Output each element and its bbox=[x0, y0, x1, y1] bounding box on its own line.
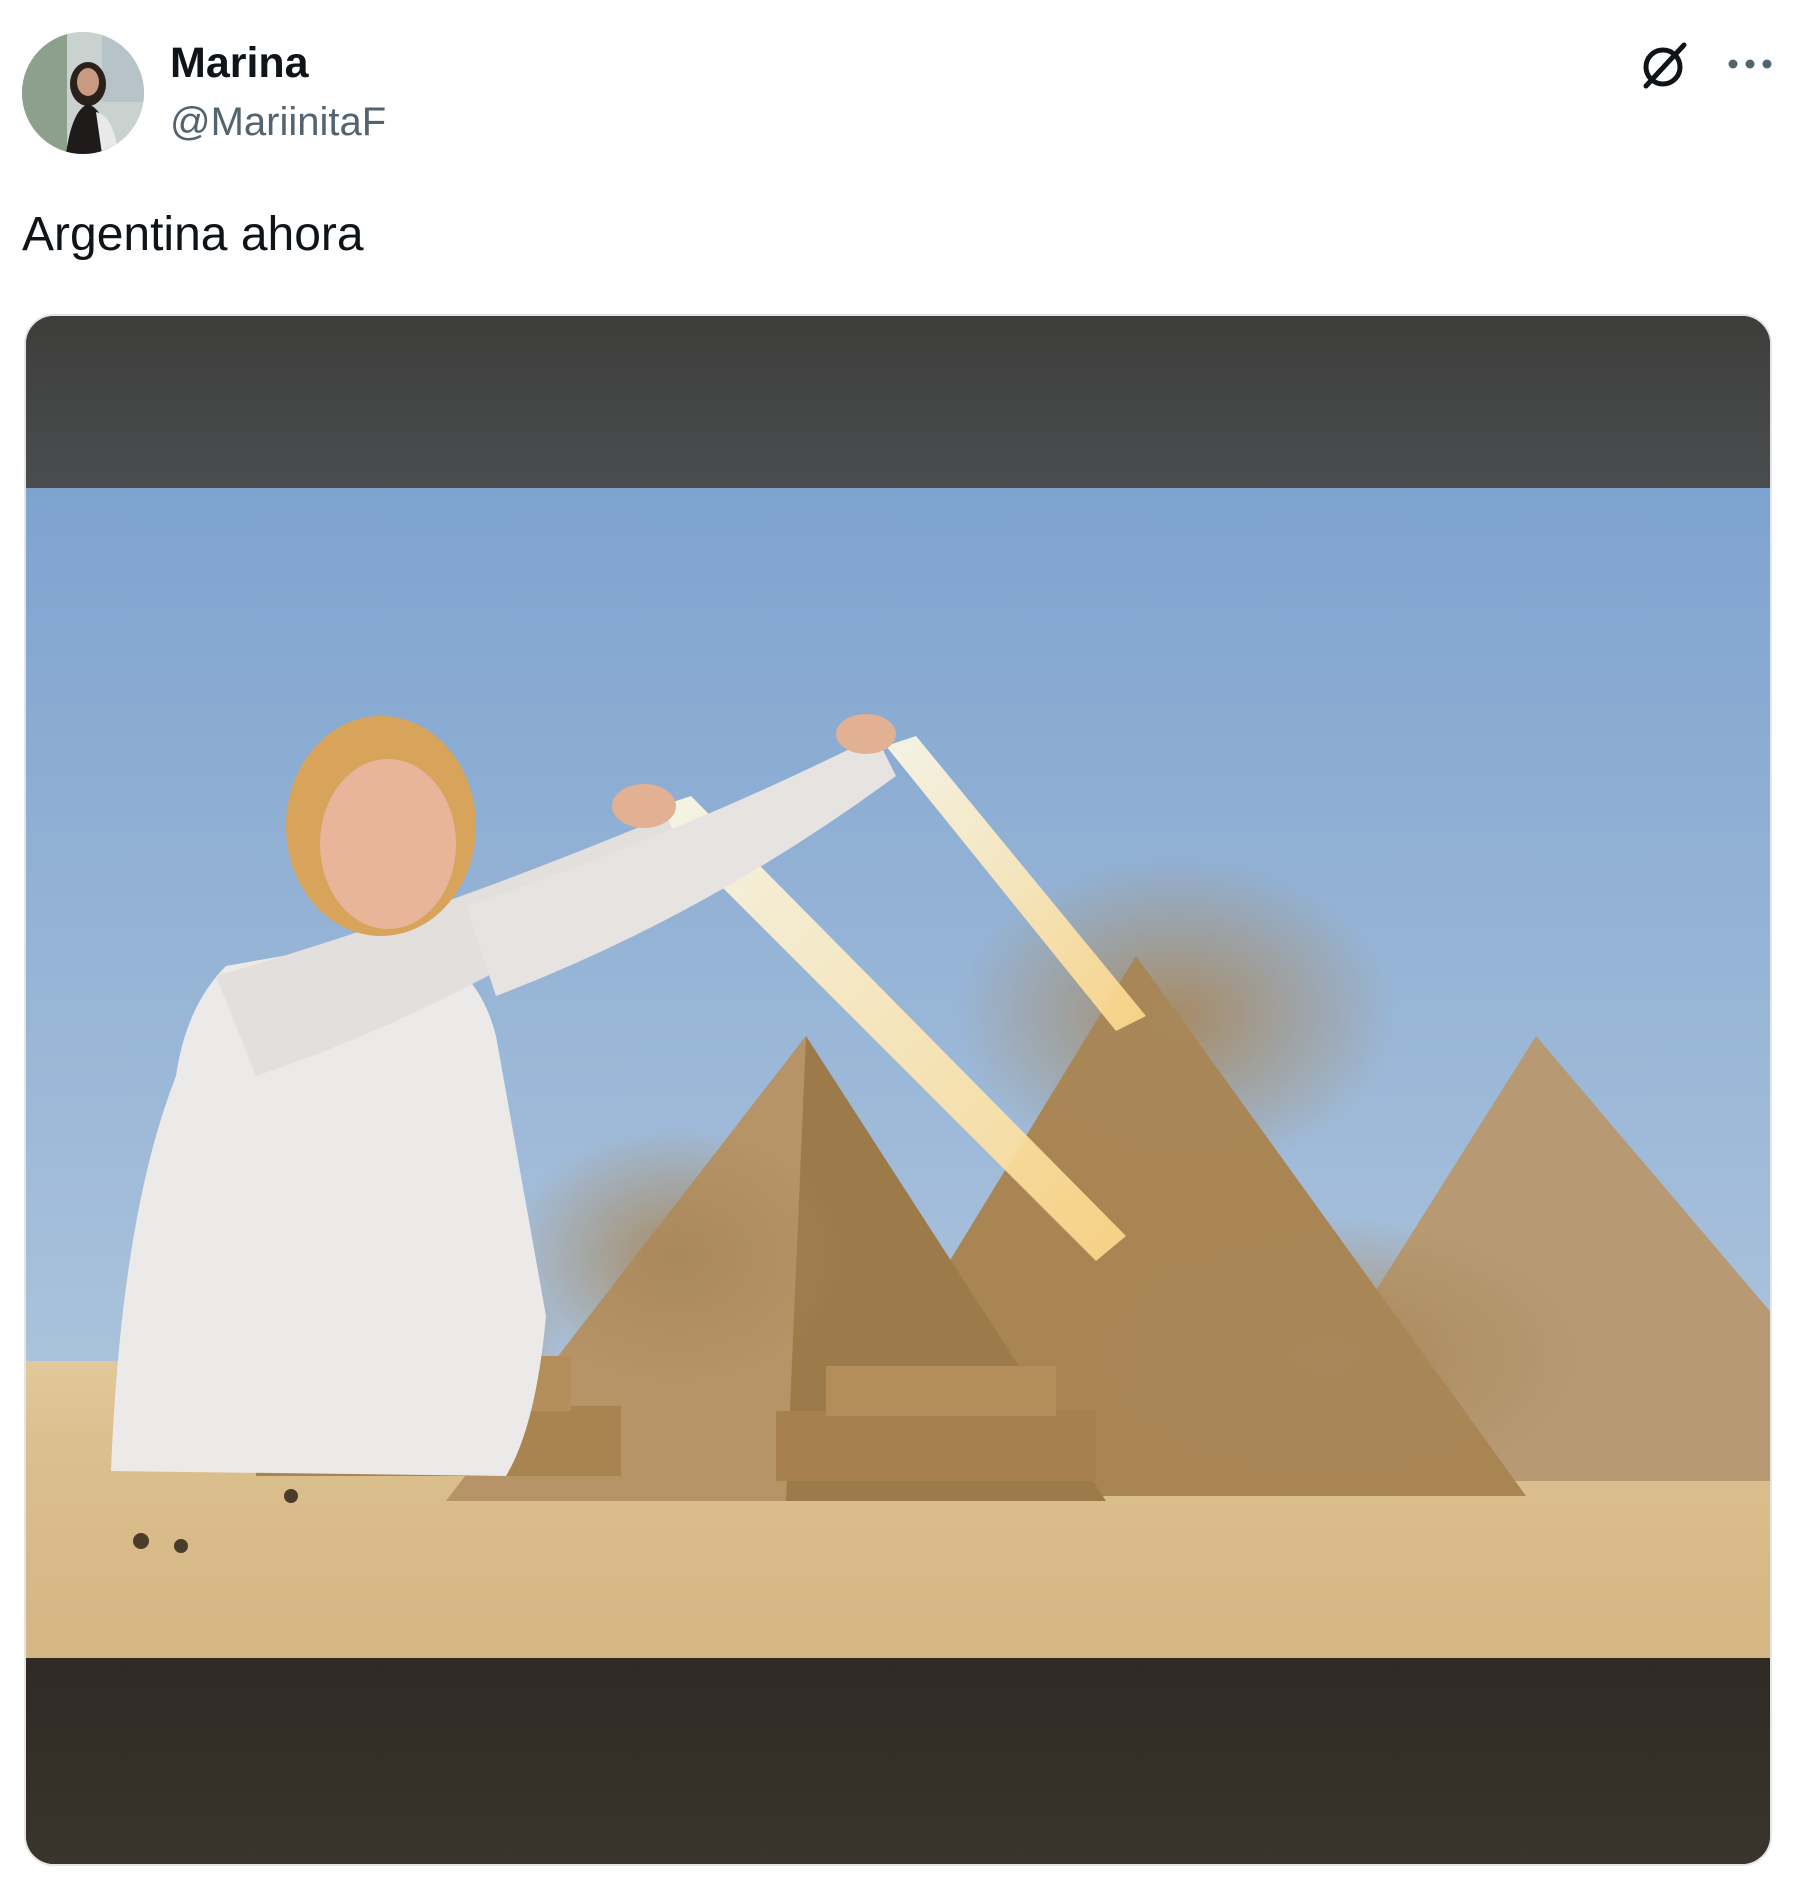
more-icon bbox=[1728, 59, 1772, 69]
more-button[interactable] bbox=[1718, 36, 1782, 92]
author-display-name[interactable]: Marina bbox=[170, 38, 309, 88]
author-handle[interactable]: @MariinitaF bbox=[170, 98, 386, 146]
avatar-image bbox=[22, 32, 144, 154]
grok-icon bbox=[1643, 42, 1687, 89]
tweet-text: Argentina ahora bbox=[22, 208, 364, 261]
grok-button[interactable] bbox=[1632, 33, 1696, 97]
meme-image bbox=[26, 316, 1770, 1864]
tweet-media[interactable] bbox=[24, 314, 1772, 1866]
avatar[interactable] bbox=[22, 32, 144, 154]
